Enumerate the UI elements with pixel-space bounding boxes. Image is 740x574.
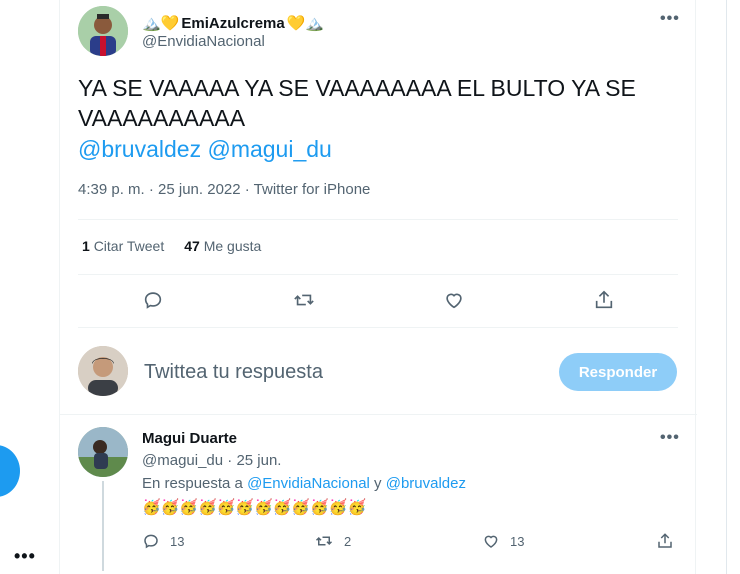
divider xyxy=(78,327,678,328)
divider xyxy=(78,219,678,220)
in-reply-user-link[interactable]: @bruvaldez xyxy=(386,475,466,492)
divider xyxy=(60,414,697,415)
author-handle[interactable]: @EnvidiaNacional xyxy=(142,33,265,50)
tweet-text: YA SE VAAAAA YA SE VAAAAAAAA EL BULTO YA… xyxy=(78,75,636,131)
quote-tweets-stat[interactable]: 1 Citar Tweet xyxy=(82,238,164,254)
reply-icon xyxy=(144,534,158,549)
thread-line xyxy=(102,481,104,571)
tweet-more-icon[interactable]: ••• xyxy=(660,10,680,28)
reply-like-action[interactable]: 13 xyxy=(482,532,524,550)
more-options-icon[interactable]: ••• xyxy=(14,546,36,567)
reply-tweet: Magui Duarte ••• @magui_du · 25 jun. En … xyxy=(78,427,680,571)
right-column-border xyxy=(726,0,727,574)
name-emoji-suffix: 💛🏔️ xyxy=(286,15,325,32)
reply-text: 🥳🥳🥳🥳🥳🥳🥳🥳🥳🥳🥳🥳 xyxy=(142,499,367,516)
reply-input[interactable]: Twittea tu respuesta xyxy=(144,361,323,384)
reply-handle-date[interactable]: @magui_du · 25 jun. xyxy=(142,452,281,469)
tweet-mentions[interactable]: @bruvaldez @magui_du xyxy=(78,136,332,163)
likes-stat[interactable]: 47 Me gusta xyxy=(184,238,261,254)
in-reply-to: En respuesta a @EnvidiaNacional y @bruva… xyxy=(142,475,466,492)
compose-tweet-button[interactable] xyxy=(0,445,20,497)
tweet-timestamp[interactable]: 4:39 p. m. · 25 jun. 2022 · Twitter for … xyxy=(78,181,370,198)
author-name-text: EmiAzulcrema xyxy=(181,14,285,32)
reply-submit-button[interactable]: Responder xyxy=(559,353,677,391)
left-nav-rail: ••• xyxy=(0,0,60,574)
reply-more-icon[interactable]: ••• xyxy=(660,429,680,447)
like-icon[interactable] xyxy=(439,285,469,315)
reply-author-avatar[interactable] xyxy=(78,427,128,477)
author-avatar[interactable] xyxy=(78,6,128,56)
share-icon[interactable] xyxy=(589,285,619,315)
tweet-stats: 1 Citar Tweet 47 Me gusta xyxy=(82,238,261,254)
reply-share-action[interactable] xyxy=(656,532,674,550)
name-emoji-prefix: 🏔️💛 xyxy=(142,15,180,32)
like-icon xyxy=(484,535,498,548)
author-display-name[interactable]: 🏔️💛 EmiAzulcrema 💛🏔️ xyxy=(142,14,325,33)
divider xyxy=(78,274,678,275)
tweet-column: 🏔️💛 EmiAzulcrema 💛🏔️ @EnvidiaNacional ••… xyxy=(59,0,697,574)
tweet-actions xyxy=(60,285,697,315)
current-user-avatar[interactable] xyxy=(78,346,128,396)
retweet-icon[interactable] xyxy=(289,285,319,315)
share-icon xyxy=(658,533,672,548)
reply-retweet-action[interactable]: 2 xyxy=(314,532,351,550)
in-reply-user-link[interactable]: @EnvidiaNacional xyxy=(247,475,370,492)
retweet-icon xyxy=(315,536,333,546)
reply-composer: Twittea tu respuesta Responder xyxy=(78,343,678,399)
reply-actions: 13 2 13 xyxy=(142,532,682,554)
reply-reply-action[interactable]: 13 xyxy=(142,532,184,550)
reply-author-name[interactable]: Magui Duarte xyxy=(142,430,237,447)
tweet-header: 🏔️💛 EmiAzulcrema 💛🏔️ @EnvidiaNacional ••… xyxy=(78,6,680,56)
reply-icon[interactable] xyxy=(138,285,168,315)
